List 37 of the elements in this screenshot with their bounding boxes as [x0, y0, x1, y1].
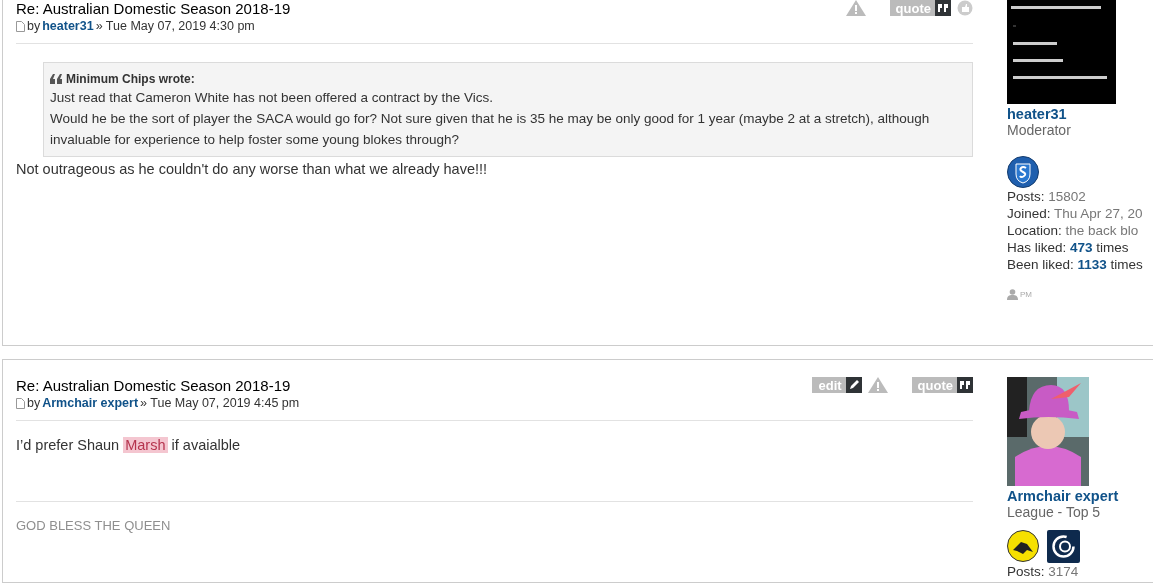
quote-icon: [937, 2, 949, 14]
post-title[interactable]: Re: Australian Domestic Season 2018-19: [16, 377, 291, 394]
person-icon[interactable]: [1007, 289, 1018, 300]
user-rank: League - Top 5: [1007, 504, 1102, 520]
shield-badge-icon: [1007, 156, 1039, 188]
quote-text: Just read that Cameron White has not been offered a contract by the Vics.: [50, 89, 494, 107]
by-label: by: [27, 19, 41, 33]
profile-stat: Posts: 15802: [1007, 188, 1087, 205]
username-link[interactable]: heater31: [1007, 106, 1153, 122]
post-text: Not outrageous as he couldn't do any worse than what we already have!!!: [16, 161, 489, 177]
user-rank: Moderator: [1007, 122, 1072, 138]
tiger-badge-icon: [1007, 530, 1039, 562]
post-date: » Tue May 07, 2019 4:45 pm: [140, 396, 300, 410]
profile-stat: Location: the back blo: [1007, 222, 1140, 239]
by-label: by: [27, 396, 41, 410]
profile-stat: Has liked: 473 times: [1007, 239, 1130, 256]
post-icon[interactable]: [16, 20, 25, 32]
post-text: I’d prefer Shaun Marsh if avaialble: [16, 437, 242, 453]
author-link[interactable]: heater31: [42, 19, 94, 33]
monogram-badge-icon: [1047, 530, 1080, 563]
profile-stat: Joined: Thu Apr 27, 20: [1007, 205, 1144, 222]
profile-stat: Been liked: 1133 times: [1007, 256, 1144, 273]
signature-text: GOD BLESS THE QUEEN: [16, 501, 973, 533]
profile-stat: Posts: 3174: [1007, 563, 1080, 580]
author-link[interactable]: Armchair expert: [42, 396, 139, 410]
thumb-icon[interactable]: [957, 0, 973, 16]
pencil-icon: [847, 379, 860, 391]
warning-icon[interactable]: [845, 0, 866, 16]
post-title[interactable]: Re: Australian Domestic Season 2018-19: [16, 0, 291, 17]
post-date: » Tue May 07, 2019 4:30 pm: [95, 19, 255, 33]
quote-icon: [959, 379, 971, 391]
quote-text: Would he be the sort of player the SACA would go for? Not sure given that he is 35 he may be only good for 1 year (maybe 2 at a stretch), although invaluable for experience to help foster some young blokes through?: [50, 110, 931, 149]
quote-icon: [50, 74, 62, 84]
warning-icon[interactable]: [867, 377, 888, 393]
quote-author: Minimum Chips wrote:: [66, 71, 195, 87]
username-link[interactable]: Armchair expert: [1007, 488, 1153, 504]
post-icon[interactable]: [16, 397, 25, 409]
